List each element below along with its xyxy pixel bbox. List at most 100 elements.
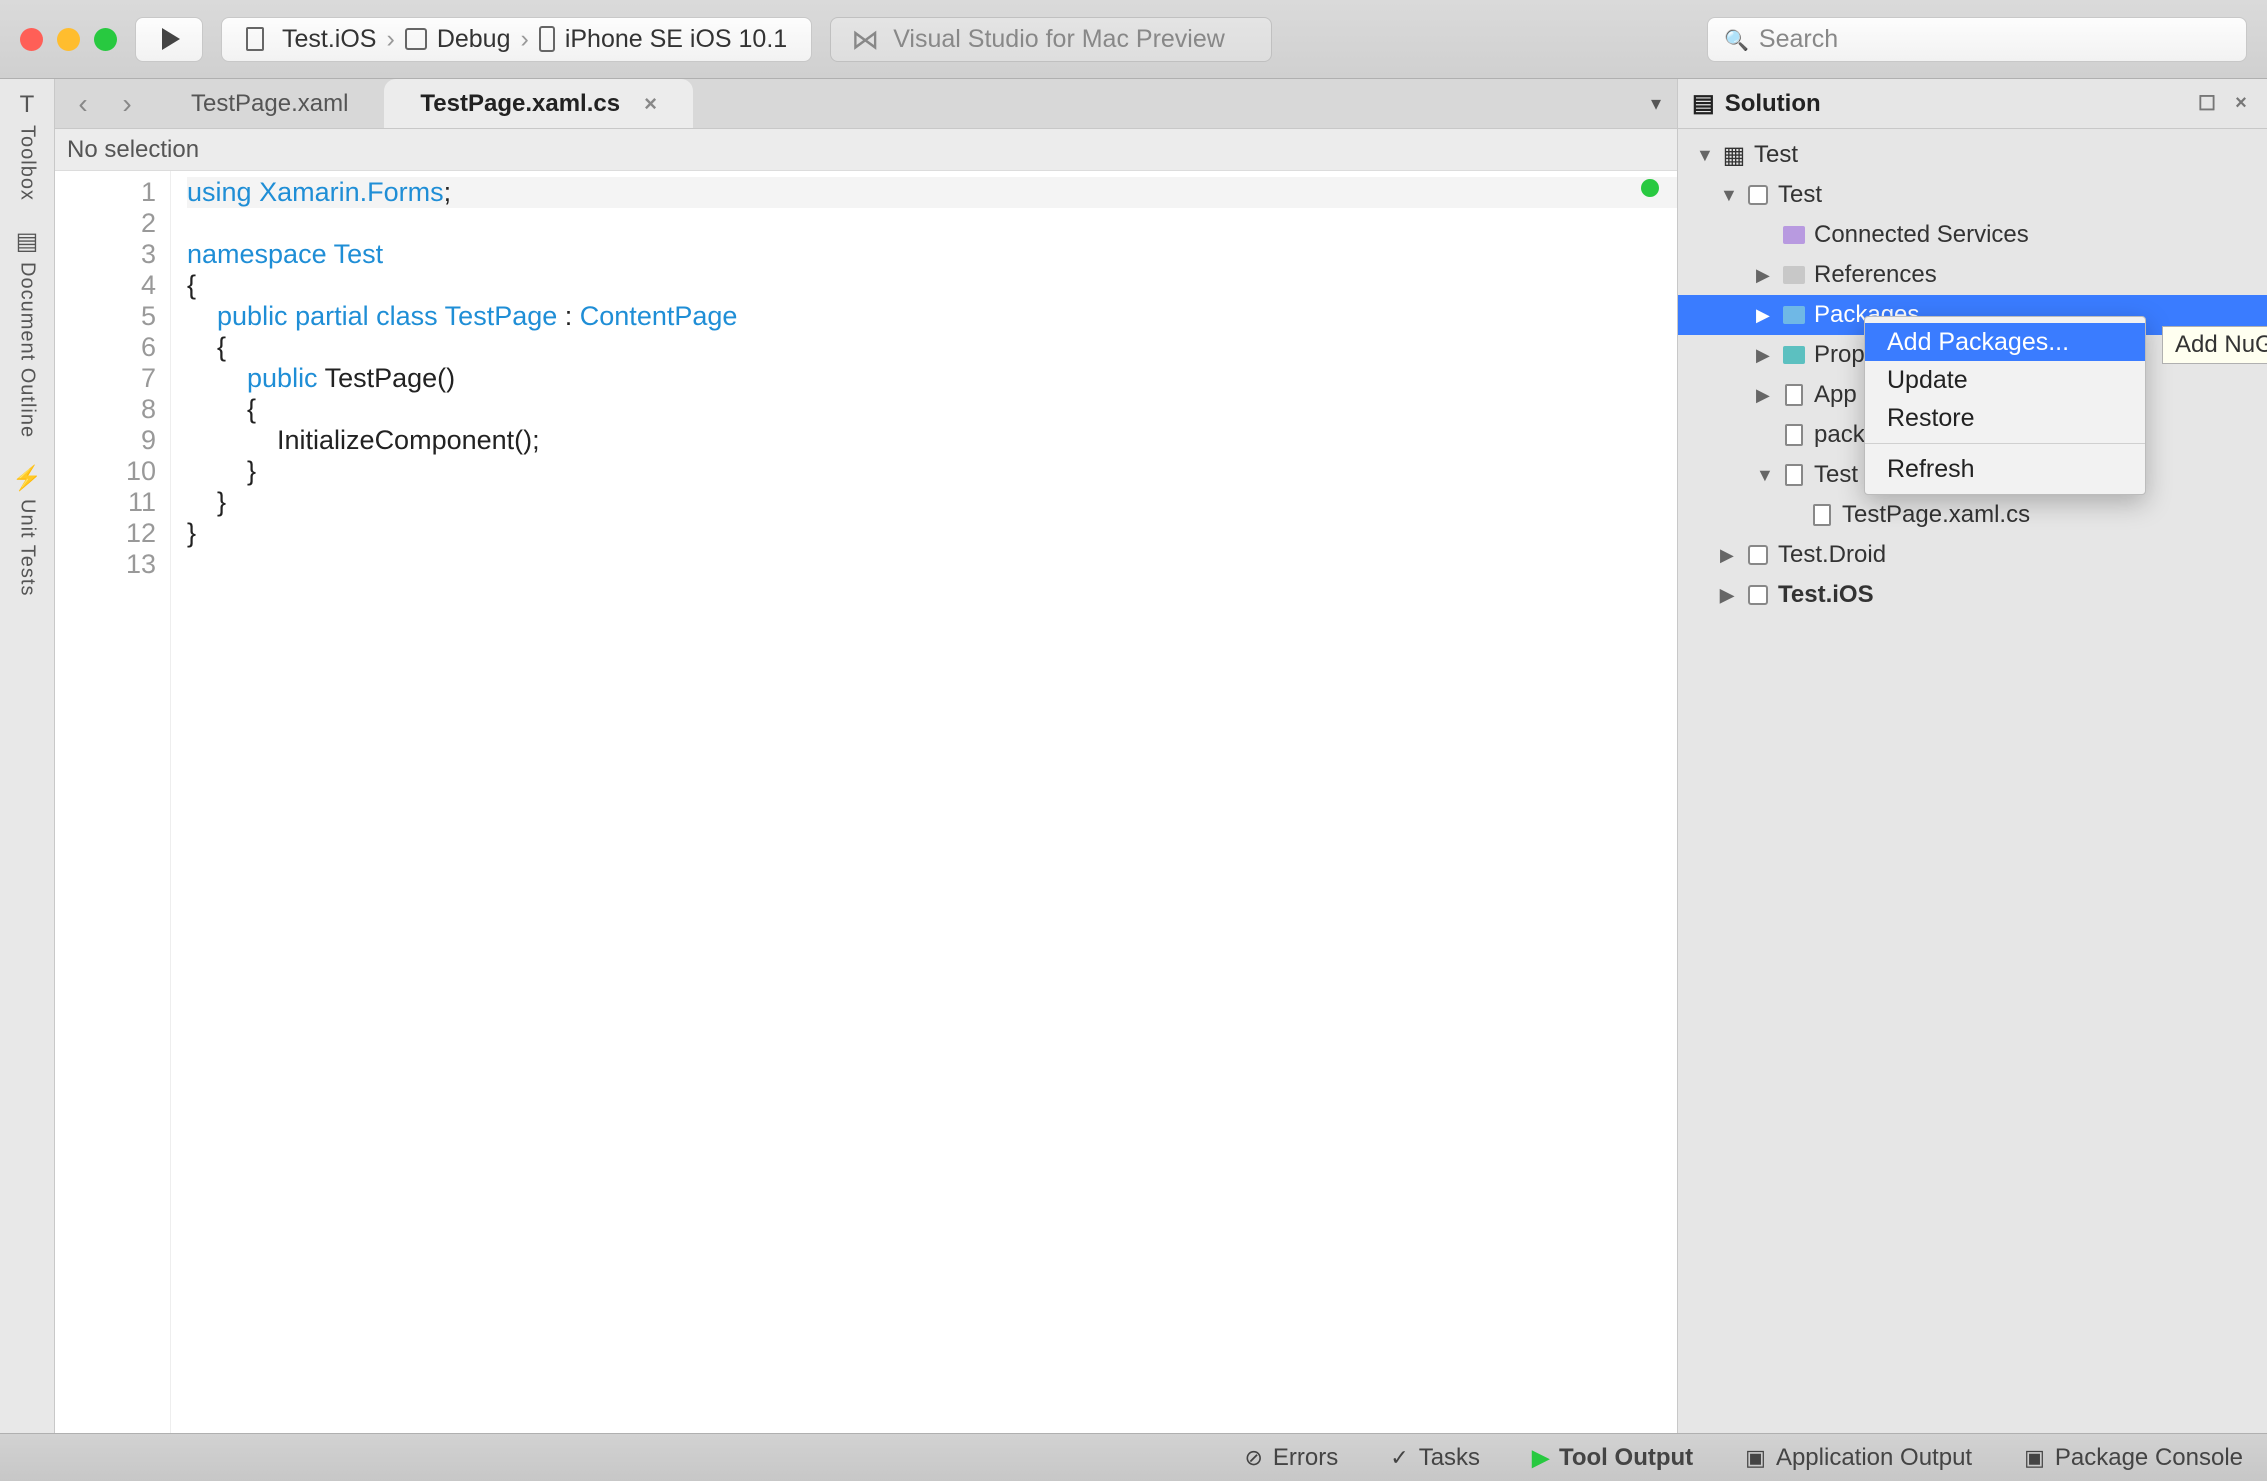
build-status-indicator	[1641, 179, 1659, 197]
tab-testpage-xaml[interactable]: TestPage.xaml	[155, 79, 384, 128]
separator: ›	[520, 25, 528, 54]
code-editor[interactable]: 12345678910111213 using Xamarin.Forms; n…	[55, 171, 1677, 1433]
search-icon	[1724, 25, 1749, 54]
build-configuration-selector[interactable]: Test.iOS › Debug › iPhone SE iOS 10.1	[221, 17, 812, 62]
toolbox-rail-item[interactable]: T Toolbox	[16, 91, 39, 201]
window-controls	[20, 28, 117, 51]
node-label: TestPage.xaml.cs	[1842, 501, 2030, 529]
tree-solution-root[interactable]: ▼ ▦ Test	[1678, 135, 2267, 175]
disclosure-icon[interactable]: ▶	[1720, 585, 1738, 606]
node-label: Connected Services	[1814, 221, 2029, 249]
rail-label: Document Outline	[16, 262, 39, 438]
panel-close-button[interactable]: ×	[2229, 92, 2253, 116]
crumb-text: No selection	[67, 136, 199, 164]
rail-label: Toolbox	[16, 125, 39, 201]
tab-overflow-button[interactable]: ▾	[1635, 79, 1677, 128]
packages-context-menu: Add Packages... Update Restore Refresh	[1864, 316, 2146, 495]
menu-label: Restore	[1887, 404, 1975, 433]
line-number-gutter: 12345678910111213	[55, 171, 171, 1433]
menu-add-packages[interactable]: Add Packages...	[1865, 323, 2145, 361]
bottom-status-bar: ⊘ Errors ✓ Tasks ▶ Tool Output ▣ Applica…	[0, 1433, 2267, 1481]
status-text: Visual Studio for Mac Preview	[893, 25, 1225, 54]
menu-restore[interactable]: Restore	[1865, 399, 2145, 437]
disclosure-icon[interactable]: ▶	[1756, 265, 1774, 286]
tree-project-ios[interactable]: ▶ Test.iOS	[1678, 575, 2267, 615]
tab-label: TestPage.xaml.cs	[420, 90, 620, 118]
tree-connected-services[interactable]: Connected Services	[1678, 215, 2267, 255]
menu-refresh[interactable]: Refresh	[1865, 450, 2145, 488]
file-icon	[1782, 463, 1806, 487]
panel-title: Solution	[1725, 90, 1821, 118]
menu-separator	[1865, 443, 2145, 444]
project-icon	[246, 27, 264, 51]
status-bar: ⋈ Visual Studio for Mac Preview	[830, 17, 1271, 62]
tooltip-add-nuget: Add NuGe	[2162, 326, 2267, 364]
minimize-window-button[interactable]	[57, 28, 80, 51]
folder-icon	[1782, 223, 1806, 247]
solution-panel-header: ▤ Solution ☐ ×	[1678, 79, 2267, 129]
errors-icon: ⊘	[1244, 1445, 1262, 1471]
console-icon: ▣	[2024, 1445, 2045, 1471]
nav-back-button[interactable]: ‹	[65, 86, 101, 122]
breadcrumb[interactable]: No selection	[55, 129, 1677, 171]
errors-pad-button[interactable]: ⊘ Errors	[1244, 1444, 1338, 1472]
disclosure-icon[interactable]: ▼	[1696, 145, 1714, 166]
label: Errors	[1273, 1444, 1338, 1472]
zoom-window-button[interactable]	[94, 28, 117, 51]
node-label: Test	[1754, 141, 1798, 169]
toolbox-icon: T	[20, 91, 35, 119]
menu-update[interactable]: Update	[1865, 361, 2145, 399]
panel-icon: ▤	[1692, 89, 1715, 118]
left-tool-rail: T Toolbox ▤ Document Outline ⚡ Unit Test…	[0, 79, 55, 1433]
label: Tool Output	[1559, 1444, 1693, 1472]
folder-icon	[1782, 343, 1806, 367]
tooltip-text: Add NuGe	[2175, 331, 2267, 358]
node-label: Test	[1778, 181, 1822, 209]
folder-icon	[1782, 263, 1806, 287]
close-tab-icon[interactable]: ×	[644, 91, 657, 117]
tests-icon: ⚡	[12, 464, 42, 493]
app-output-icon: ▣	[1745, 1445, 1766, 1471]
config-icon	[405, 28, 427, 50]
outline-icon: ▤	[16, 227, 39, 256]
node-label: App	[1814, 381, 1857, 409]
menu-label: Add Packages...	[1887, 328, 2069, 357]
tab-testpage-xaml-cs[interactable]: TestPage.xaml.cs ×	[384, 79, 693, 128]
folder-icon	[1782, 303, 1806, 327]
project-icon	[1746, 543, 1770, 567]
menu-label: Refresh	[1887, 455, 1975, 484]
tree-project-droid[interactable]: ▶ Test.Droid	[1678, 535, 2267, 575]
close-window-button[interactable]	[20, 28, 43, 51]
disclosure-icon[interactable]: ▶	[1756, 385, 1774, 406]
run-button[interactable]	[135, 17, 203, 62]
node-label: Prop	[1814, 341, 1865, 369]
file-icon	[1782, 383, 1806, 407]
tree-testpage-cs[interactable]: TestPage.xaml.cs	[1678, 495, 2267, 535]
app-output-pad-button[interactable]: ▣ Application Output	[1745, 1444, 1972, 1472]
top-toolbar: Test.iOS › Debug › iPhone SE iOS 10.1 ⋈ …	[0, 0, 2267, 79]
nav-forward-button[interactable]: ›	[109, 86, 145, 122]
play-icon	[162, 28, 180, 50]
global-search[interactable]: Search	[1707, 17, 2247, 62]
tool-output-pad-button[interactable]: ▶ Tool Output	[1532, 1444, 1693, 1472]
tree-project-test[interactable]: ▼ Test	[1678, 175, 2267, 215]
package-console-pad-button[interactable]: ▣ Package Console	[2024, 1444, 2243, 1472]
project-icon	[1746, 583, 1770, 607]
document-outline-rail-item[interactable]: ▤ Document Outline	[16, 227, 39, 438]
label: Package Console	[2055, 1444, 2243, 1472]
tree-references[interactable]: ▶ References	[1678, 255, 2267, 295]
panel-maximize-button[interactable]: ☐	[2195, 92, 2219, 116]
file-icon	[1782, 423, 1806, 447]
disclosure-icon[interactable]: ▼	[1756, 465, 1774, 486]
code-content[interactable]: using Xamarin.Forms; namespace Test{ pub…	[171, 171, 1677, 1433]
unit-tests-rail-item[interactable]: ⚡ Unit Tests	[12, 464, 42, 596]
file-icon	[1810, 503, 1834, 527]
disclosure-icon[interactable]: ▶	[1720, 545, 1738, 566]
disclosure-icon[interactable]: ▶	[1756, 305, 1774, 326]
disclosure-icon[interactable]: ▶	[1756, 345, 1774, 366]
tasks-pad-button[interactable]: ✓ Tasks	[1390, 1444, 1480, 1472]
tab-label: TestPage.xaml	[191, 90, 348, 118]
node-label: Test.Droid	[1778, 541, 1886, 569]
device-icon	[539, 26, 555, 52]
disclosure-icon[interactable]: ▼	[1720, 185, 1738, 206]
